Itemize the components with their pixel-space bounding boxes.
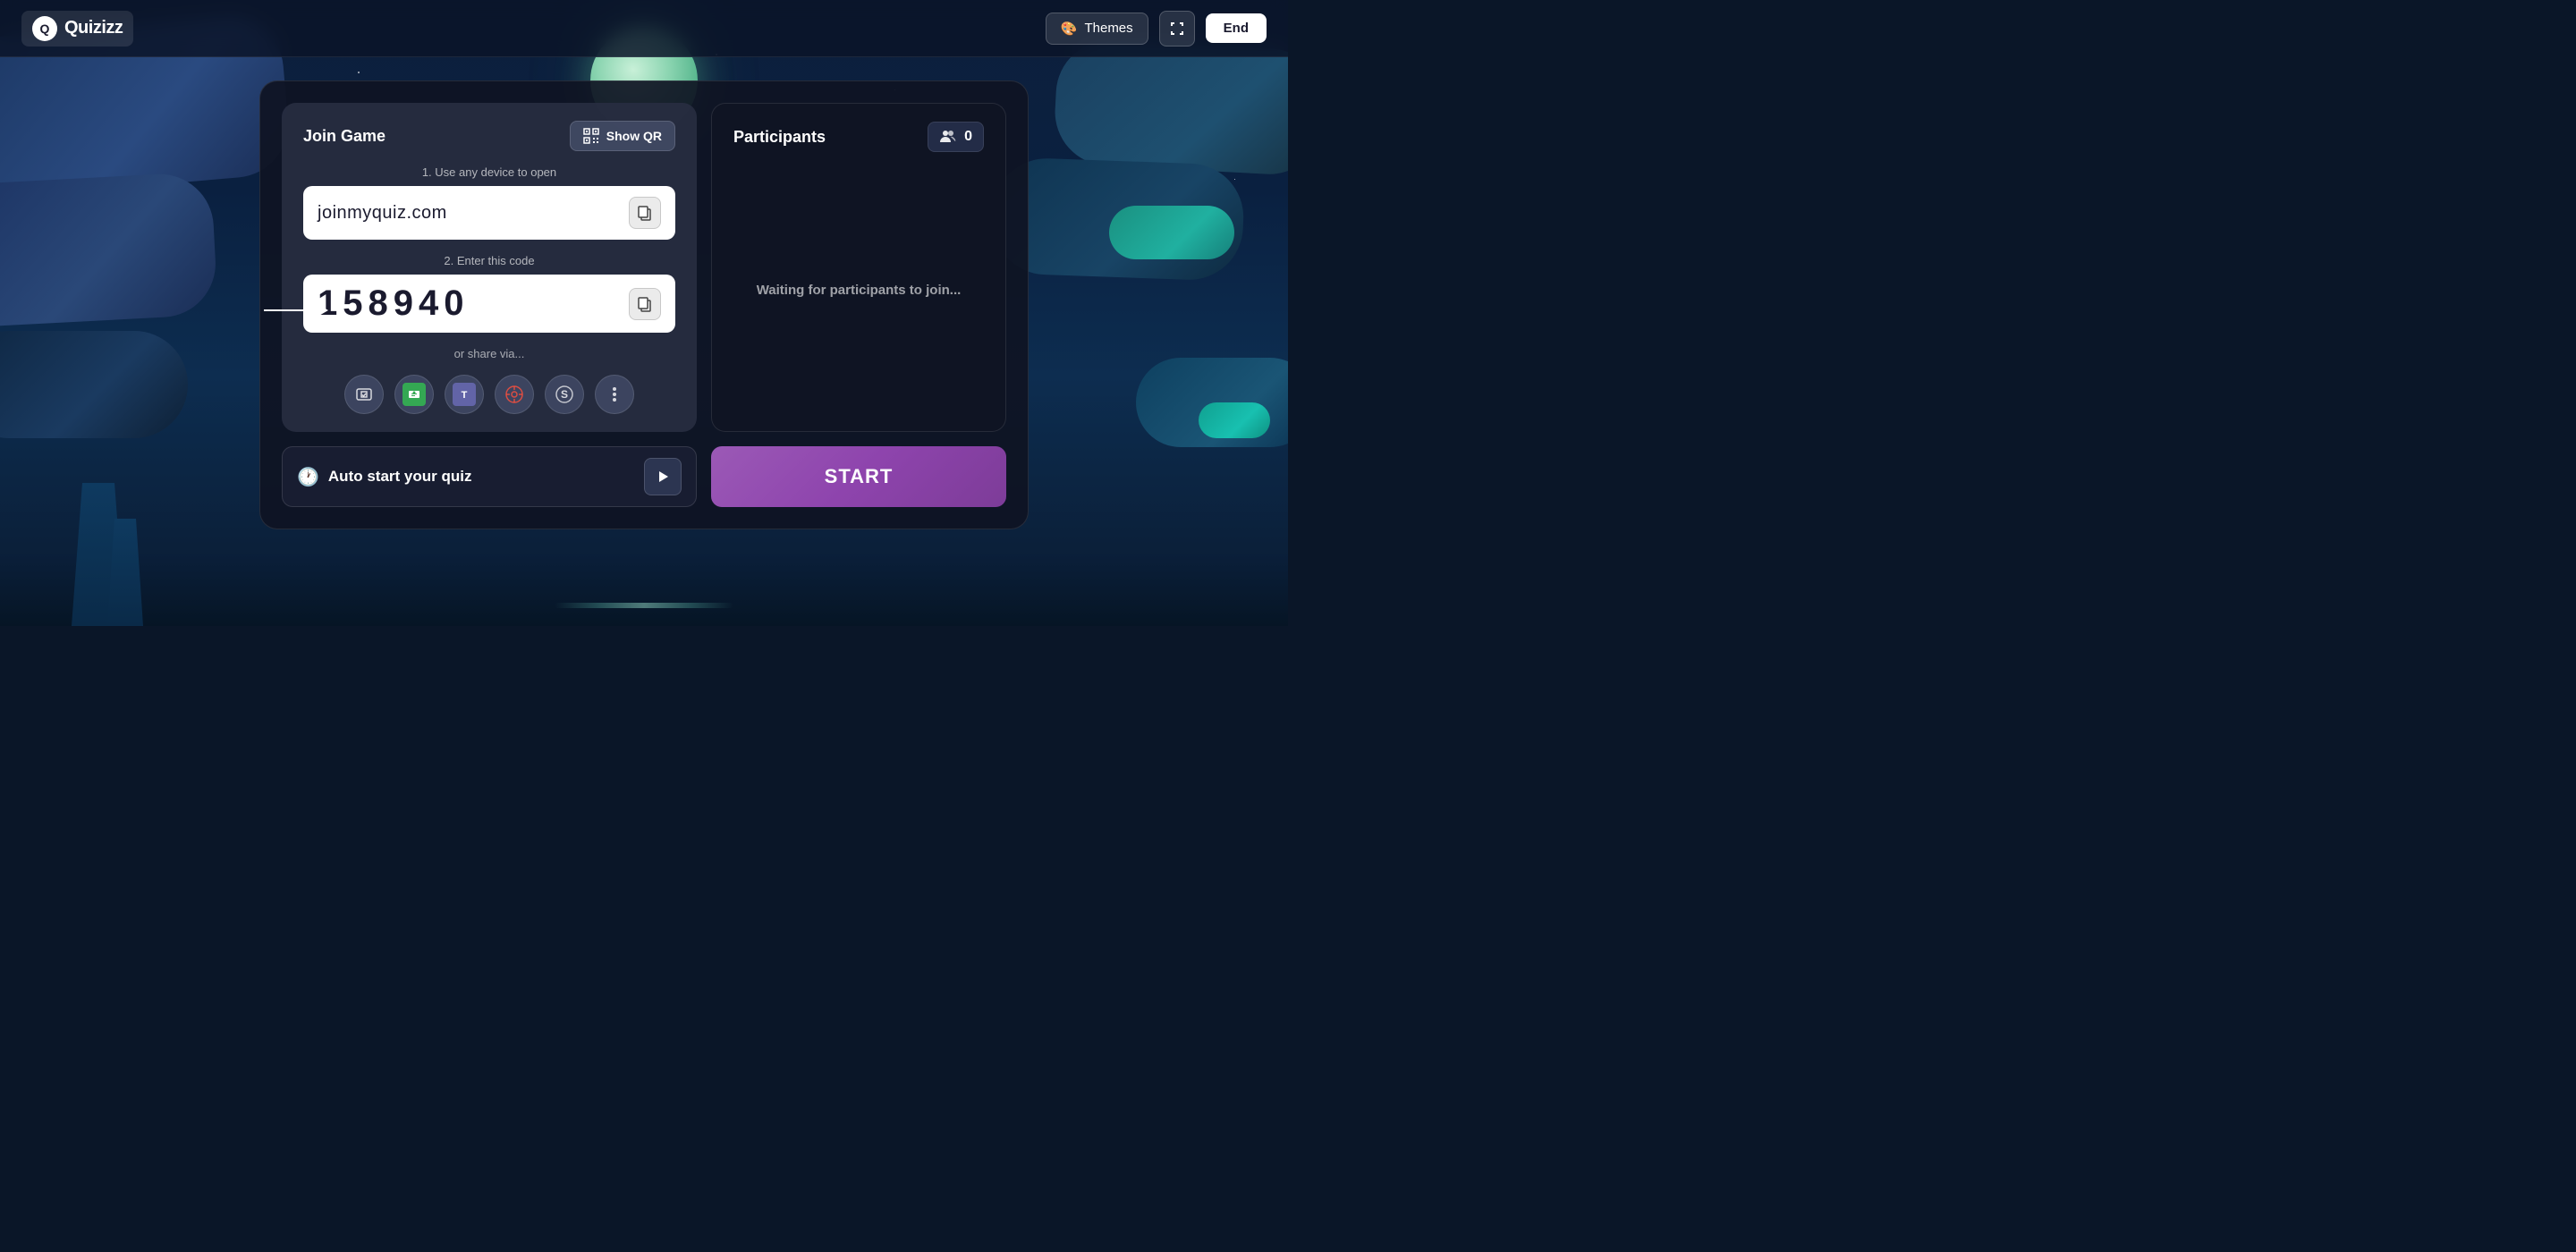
svg-text:T: T xyxy=(462,390,468,401)
participants-title: Participants xyxy=(733,128,826,147)
share-canvas-button[interactable] xyxy=(495,375,534,414)
join-header: Join Game Show QR xyxy=(303,121,675,151)
url-box: joinmyquiz.com xyxy=(303,186,675,240)
link-icon xyxy=(355,385,373,403)
panel-top: Join Game Show QR xyxy=(282,103,1006,432)
water-shine xyxy=(555,603,733,608)
fullscreen-icon xyxy=(1170,21,1184,36)
logo-icon: Q xyxy=(32,16,57,41)
show-qr-label: Show QR xyxy=(606,129,662,143)
logo: Q Quizizz xyxy=(21,11,133,47)
code-box: 158940 xyxy=(303,275,675,333)
auto-start-button[interactable]: 🕐 Auto start your quiz xyxy=(282,446,697,507)
panel-bottom: 🕐 Auto start your quiz START xyxy=(282,446,1006,507)
share-google-classroom-button[interactable] xyxy=(394,375,434,414)
cloud-mid-left xyxy=(0,172,218,330)
fullscreen-button[interactable] xyxy=(1159,11,1195,47)
participants-count: 0 xyxy=(964,129,972,145)
show-qr-button[interactable]: Show QR xyxy=(570,121,675,151)
arrow-head xyxy=(318,304,328,317)
participants-icon xyxy=(939,128,957,146)
arrow-line xyxy=(264,309,318,311)
share-label: or share via... xyxy=(303,347,675,360)
cloud-top-right xyxy=(1053,38,1288,177)
svg-text:S: S xyxy=(561,388,568,401)
step2-label: 2. Enter this code xyxy=(303,254,675,267)
teams-svg: T xyxy=(455,385,473,403)
themes-label: Themes xyxy=(1084,21,1132,36)
main-panel: Join Game Show QR xyxy=(259,80,1029,529)
share-more-button[interactable] xyxy=(595,375,634,414)
share-teams-button[interactable]: T xyxy=(445,375,484,414)
share-schoology-button[interactable]: S xyxy=(545,375,584,414)
gc-svg xyxy=(406,386,422,402)
copy-url-button[interactable] xyxy=(629,197,661,229)
cloud-bottom-left xyxy=(0,331,188,438)
join-card: Join Game Show QR xyxy=(282,103,697,432)
google-classroom-icon xyxy=(402,383,426,406)
start-button[interactable]: START xyxy=(711,446,1006,507)
waiting-text: Waiting for participants to join... xyxy=(757,283,962,298)
copy-url-icon xyxy=(637,205,653,221)
navbar: Q Quizizz 🎨 Themes End xyxy=(0,0,1288,57)
teams-icon: T xyxy=(453,383,476,406)
canvas-icon xyxy=(504,385,524,404)
cloud-teal-bottom-right xyxy=(1199,402,1270,438)
code-text: 158940 xyxy=(318,283,469,324)
cloud-teal-right xyxy=(1109,206,1234,259)
participants-header: Participants 0 xyxy=(733,122,984,152)
participants-body: Waiting for participants to join... xyxy=(733,166,984,413)
auto-start-label: Auto start your quiz xyxy=(328,468,472,486)
water-reflection xyxy=(0,554,1288,626)
participants-card: Participants 0 Waiting for participants … xyxy=(711,103,1006,432)
join-title: Join Game xyxy=(303,127,386,146)
participants-count-badge: 0 xyxy=(928,122,984,152)
logo-text: Quizizz xyxy=(64,18,123,38)
play-icon xyxy=(657,470,669,483)
themes-button[interactable]: 🎨 Themes xyxy=(1046,13,1148,45)
more-icon xyxy=(606,385,623,403)
themes-icon: 🎨 xyxy=(1061,21,1078,37)
qr-icon xyxy=(583,128,599,144)
play-button[interactable] xyxy=(644,458,682,495)
arrow-indicator xyxy=(264,304,328,317)
url-text: joinmyquiz.com xyxy=(318,203,447,224)
auto-start-clock-icon: 🕐 xyxy=(297,466,319,488)
navbar-right: 🎨 Themes End xyxy=(1046,11,1267,47)
share-icons: T xyxy=(303,375,675,414)
copy-code-button[interactable] xyxy=(629,288,661,320)
schoology-icon: S xyxy=(555,385,574,404)
step1-label: 1. Use any device to open xyxy=(303,165,675,179)
end-button[interactable]: End xyxy=(1206,13,1267,43)
copy-code-icon xyxy=(637,296,653,312)
auto-start-left: 🕐 Auto start your quiz xyxy=(297,466,471,488)
share-link-button[interactable] xyxy=(344,375,384,414)
